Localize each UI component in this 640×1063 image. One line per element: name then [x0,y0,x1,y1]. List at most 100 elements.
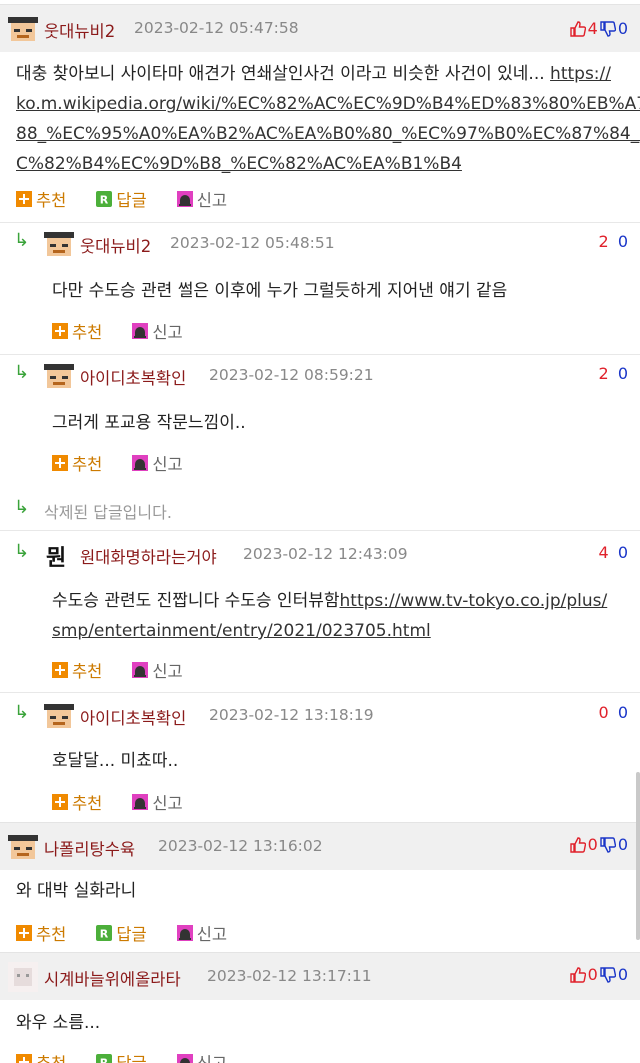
reply-arrow-icon: ↳ [14,362,30,383]
svg-text:R: R [100,928,109,941]
scrollbar[interactable] [636,772,640,940]
up-count[interactable]: 0 [599,703,609,722]
comment-link-line[interactable]: C%82%B4%EC%9D%B8_%EC%82%AC%EA%B1%B4 [16,154,462,174]
vote-box: 4 0 [599,543,628,562]
comment-text: 대충 찾아보니 사이타마 애견가 연쇄살인사건 이라고 비슷한 사건이 있네..… [16,64,551,84]
comment-link-line[interactable]: 88_%EC%95%A0%EA%B2%AC%EA%B0%80_%EC%97%B0… [16,124,640,144]
thumb-down-icon[interactable] [600,966,616,983]
divider [0,692,640,693]
reply-text: 수도승 관련도 진짭니다 수도승 인터뷰함 [52,591,340,611]
vote-box: 2 0 [599,364,628,383]
report-button[interactable]: 신고 [132,790,183,814]
vote-box: 0 0 [569,965,628,984]
vote-box: 0 0 [569,835,628,854]
reply-nickname[interactable]: 원대화명하라는거야 [80,544,217,568]
reply-date: 2023-02-12 13:18:19 [209,706,374,724]
reply-date: 2023-02-12 08:59:21 [209,366,374,384]
recommend-button[interactable]: 추천 [16,921,66,945]
deleted-reply-notice: 삭제된 답글입니다. [44,503,172,522]
comment-header: 웃대뉴비2 2023-02-12 05:47:58 4 0 [0,4,640,52]
pixel-avatar-icon [8,962,38,992]
recommend-button[interactable]: 추천 [52,790,102,814]
comment-body: 와우 소름... [16,1013,101,1033]
pixel-avatar-icon [44,704,74,728]
comment-link-line[interactable]: ko.m.wikipedia.org/wiki/%EC%82%AC%EC%9D%… [16,94,640,114]
comment-header: 시계바늘위에올라타 2023-02-12 13:17:11 0 0 [0,952,640,1000]
svg-text:R: R [100,194,109,207]
plus-icon [52,662,68,678]
up-count: 4 [587,19,598,38]
divider [0,222,640,223]
reply-arrow-icon: ↳ [14,230,30,251]
reply-button[interactable]: R 답글 [96,187,147,211]
reply-button[interactable]: R 답글 [96,1050,147,1063]
pixel-avatar-icon [8,17,38,41]
recommend-button[interactable]: 추천 [52,451,102,475]
comment-nickname[interactable]: 시계바늘위에올라타 [44,966,181,990]
svg-text:R: R [100,1057,109,1063]
reply-link[interactable]: https://www.tv-tokyo.co.jp/plus/ [340,591,608,611]
report-button[interactable]: 신고 [176,1050,227,1063]
down-count[interactable]: 0 [618,364,628,383]
reply-body: 호달달... 미쵸따.. [52,751,179,771]
comment-nickname[interactable]: 나폴리탕수육 [44,836,135,860]
plus-icon [16,925,32,941]
comment-header: 나폴리탕수육 2023-02-12 13:16:02 0 0 [0,822,640,870]
pixel-avatar-icon [44,364,74,388]
reply-date: 2023-02-12 05:48:51 [170,234,335,252]
reply-button[interactable]: R 답글 [96,921,147,945]
up-count: 0 [587,965,598,984]
comment-nickname[interactable]: 웃대뉴비2 [44,18,115,42]
report-button[interactable]: 신고 [176,921,227,945]
up-count[interactable]: 2 [599,364,609,383]
siren-icon [176,1054,193,1063]
thumb-up-icon[interactable] [569,966,586,983]
down-count[interactable]: 0 [618,543,628,562]
siren-icon [132,455,149,471]
reply-actions: 추천 신고 [52,451,213,475]
comment-link[interactable]: https:// [550,64,611,84]
reply-nickname[interactable]: 아이디초복확인 [80,365,186,389]
down-count[interactable]: 0 [618,232,628,251]
recommend-button[interactable]: 추천 [16,1050,66,1063]
comment-actions: 추천 R 답글 신고 [16,187,257,211]
report-button[interactable]: 신고 [132,319,183,343]
reply-body: 그러게 포교용 작문느낌이.. [52,413,246,433]
reply-body: 수도승 관련도 진짭니다 수도승 인터뷰함https://www.tv-toky… [52,586,636,646]
reply-r-icon: R [96,925,113,941]
pixel-avatar-icon [44,232,74,256]
vote-box: 0 0 [599,703,628,722]
comment-date: 2023-02-12 13:17:11 [207,967,372,985]
siren-icon [132,794,149,810]
up-count[interactable]: 4 [599,543,609,562]
pixel-avatar-icon [8,835,38,859]
comment-date: 2023-02-12 05:47:58 [134,19,299,37]
vote-box: 2 0 [599,232,628,251]
siren-icon [132,662,149,678]
comment-actions: 추천 R 답글 신고 [16,1050,257,1063]
up-count[interactable]: 2 [599,232,609,251]
reply-body: 다만 수도승 관련 썰은 이후에 누가 그럴듯하게 지어낸 얘기 같음 [52,281,508,301]
report-button[interactable]: 신고 [132,658,183,682]
report-button[interactable]: 신고 [132,451,183,475]
reply-actions: 추천 신고 [52,319,213,343]
report-button[interactable]: 신고 [176,187,227,211]
thumb-up-icon[interactable] [569,836,586,853]
plus-icon [52,794,68,810]
down-count[interactable]: 0 [618,703,628,722]
reply-nickname[interactable]: 아이디초복확인 [80,705,186,729]
recommend-button[interactable]: 추천 [52,658,102,682]
thumb-up-icon[interactable] [569,20,586,37]
thumb-down-icon[interactable] [600,836,616,853]
plus-icon [16,1054,32,1063]
reply-arrow-icon: ↳ [14,541,30,562]
down-count: 0 [617,965,628,984]
recommend-button[interactable]: 추천 [16,187,66,211]
divider [0,354,640,355]
thumb-down-icon[interactable] [600,20,616,37]
comment-actions: 추천 R 답글 신고 [16,921,257,945]
reply-nickname[interactable]: 웃대뉴비2 [80,233,151,257]
reply-link-line[interactable]: smp/entertainment/entry/2021/023705.html [52,621,431,641]
comment-body: 대충 찾아보니 사이타마 애견가 연쇄살인사건 이라고 비슷한 사건이 있네..… [16,59,640,179]
recommend-button[interactable]: 추천 [52,319,102,343]
